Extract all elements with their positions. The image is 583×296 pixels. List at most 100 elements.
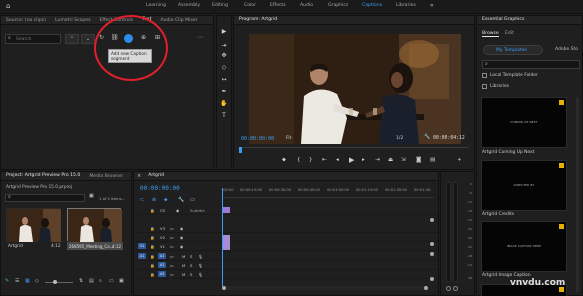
scrub-bar[interactable]: [239, 147, 469, 153]
mute-icon[interactable]: M: [182, 272, 185, 277]
sync-lock-icon[interactable]: ▭: [170, 254, 174, 259]
close-icon[interactable]: ×: [137, 173, 141, 179]
subtitle-eye-icon[interactable]: ◉: [176, 208, 179, 213]
pen-tool-icon[interactable]: ✒: [219, 86, 229, 96]
tab-project[interactable]: Project: Artgrid Preview Pro 15.0: [4, 172, 82, 180]
subtitle-lock-icon[interactable]: 🔒: [150, 208, 155, 213]
timeline-scrollbar[interactable]: [222, 286, 428, 290]
find-icon[interactable]: ⌕: [99, 279, 102, 284]
source-patch-a1[interactable]: A1: [138, 253, 146, 259]
timeline-ruler[interactable]: :00:00 00:00:15:00 00:00:30:00 00:00:45:…: [222, 188, 434, 198]
tab-media-browser[interactable]: Media Browser: [87, 172, 125, 180]
project-search-input[interactable]: ⌕: [5, 194, 85, 202]
vscroll-handle[interactable]: [430, 218, 434, 222]
comparison-view-icon[interactable]: ▤: [430, 157, 435, 163]
hand-tool-icon[interactable]: ✋: [219, 98, 229, 108]
sync-lock-icon[interactable]: ▭: [170, 263, 174, 268]
zoom-slider-knob[interactable]: [53, 280, 57, 284]
adobe-stock-tab[interactable]: Adobe Sto: [555, 47, 578, 52]
eye-icon[interactable]: ◉: [180, 244, 183, 249]
lift-icon[interactable]: ⏏: [388, 157, 393, 163]
automate-icon[interactable]: ▤: [89, 279, 94, 284]
ripple-edit-icon[interactable]: ✥: [219, 50, 229, 60]
track-lock-icon[interactable]: 🔒: [150, 272, 155, 277]
eye-icon[interactable]: ◉: [180, 226, 183, 231]
mic-icon[interactable]: 🎙: [198, 263, 203, 268]
project-item-thumb[interactable]: [67, 208, 122, 242]
track-lock-icon[interactable]: 🔒: [150, 235, 155, 240]
solo-icon[interactable]: S: [190, 254, 192, 259]
program-title[interactable]: Program: Artgrid: [237, 16, 279, 24]
menu-graphics[interactable]: Graphics: [328, 3, 348, 8]
vscroll-handle[interactable]: [430, 277, 434, 281]
source-patch-v1[interactable]: V1: [138, 243, 146, 249]
go-to-out-icon[interactable]: ⇥: [375, 157, 380, 163]
menu-editing[interactable]: Editing: [212, 3, 228, 8]
slip-tool-icon[interactable]: ↔: [219, 74, 229, 84]
sync-lock-icon[interactable]: ▭: [170, 244, 174, 249]
new-item-icon[interactable]: ▣: [119, 279, 124, 284]
mic-icon[interactable]: 🎙: [198, 272, 203, 277]
freeform-view-icon[interactable]: ◇: [35, 279, 39, 284]
menu-libraries[interactable]: Libraries: [396, 3, 416, 8]
solo-icon[interactable]: S: [190, 263, 192, 268]
track-lock-icon[interactable]: 🔒: [150, 244, 155, 249]
export-frame-icon[interactable]: ◙: [416, 157, 421, 163]
mark-in-icon[interactable]: {: [297, 157, 301, 163]
eye-icon[interactable]: ◉: [180, 235, 183, 240]
my-templates-button[interactable]: My Templates: [483, 45, 543, 55]
eg-tab-browse[interactable]: Browse: [482, 31, 499, 37]
video-track-v1[interactable]: V1 🔒 V1 ▭ ◉: [134, 235, 438, 251]
menu-color[interactable]: Color: [244, 3, 256, 8]
program-timecode[interactable]: 00:00:00:00: [241, 136, 274, 142]
vscroll-handle[interactable]: [430, 252, 434, 256]
video-clip[interactable]: [222, 235, 230, 250]
mute-icon[interactable]: M: [182, 263, 185, 268]
video-track-v2[interactable]: 🔒 V2 ▭ ◉: [134, 233, 438, 242]
track-lock-icon[interactable]: 🔒: [150, 254, 155, 259]
sort-icon[interactable]: ⇅: [79, 279, 83, 284]
eg-scrollbar[interactable]: [576, 97, 579, 292]
fit-dropdown[interactable]: Fit: [286, 136, 291, 141]
captions-track-icon[interactable]: ▭: [190, 198, 195, 203]
audio-track-a3[interactable]: 🔒 A3 ▭ M S 🎙: [134, 270, 438, 279]
timeline-timecode[interactable]: 00:00:00:00: [140, 185, 180, 192]
new-bin-bottom-icon[interactable]: ▭: [109, 279, 114, 284]
razor-tool-icon[interactable]: ◇: [219, 62, 229, 72]
new-bin-icon[interactable]: ▣: [89, 194, 94, 199]
timeline-title[interactable]: Artgrid: [146, 172, 166, 180]
track-lock-icon[interactable]: 🔒: [150, 263, 155, 268]
eg-card-image-caption[interactable]: IMAGE CAPTION HERE: [481, 221, 567, 272]
home-icon[interactable]: ⌂: [6, 3, 10, 10]
go-to-in-icon[interactable]: ⇤: [322, 157, 327, 163]
add-marker-icon[interactable]: ⬥: [282, 157, 286, 164]
eg-title[interactable]: Essential Graphics: [480, 16, 526, 24]
subtitle-track[interactable]: 🔒 CS ◉ Subtitle: [134, 206, 438, 215]
expand-button[interactable]: ⌃: [65, 34, 79, 44]
mic-icon[interactable]: 🎙: [198, 254, 203, 259]
vscroll-handle[interactable]: [430, 242, 434, 246]
solo-button[interactable]: [453, 286, 458, 291]
playhead-line[interactable]: [222, 188, 223, 288]
audio-track-a1[interactable]: A1 🔒 A1 ▭ M S 🎙: [134, 252, 438, 261]
mute-icon[interactable]: M: [182, 254, 185, 259]
snap-icon[interactable]: ⊂: [140, 198, 144, 203]
eg-card-coming-up-next[interactable]: COMING UP NEXT: [481, 97, 567, 148]
selection-tool-icon[interactable]: ▶: [219, 26, 229, 36]
subtitle-clip[interactable]: [222, 207, 230, 213]
play-icon[interactable]: ▶: [349, 156, 354, 164]
collapse-button[interactable]: ⌄: [81, 34, 95, 44]
step-back-icon[interactable]: ◂: [336, 157, 339, 163]
pencil-icon[interactable]: ✎: [5, 279, 9, 284]
eg-card-credits[interactable]: DIRECTED BY: [481, 160, 567, 211]
scroll-handle-left[interactable]: [222, 286, 226, 290]
type-tool-icon[interactable]: T: [219, 110, 229, 120]
menu-effects[interactable]: Effects: [270, 3, 286, 8]
video-track-v3[interactable]: 🔒 V3 ▭ ◉: [134, 224, 438, 233]
playhead-marker[interactable]: [239, 147, 242, 153]
mark-out-icon[interactable]: }: [309, 157, 313, 163]
tab-audio-clip-mixer[interactable]: Audio Clip Mixer: [158, 16, 199, 24]
search-input[interactable]: ⌕ Search: [5, 34, 61, 44]
linked-selection-icon[interactable]: ⋒: [152, 198, 156, 203]
more-icon[interactable]: »: [430, 3, 434, 9]
